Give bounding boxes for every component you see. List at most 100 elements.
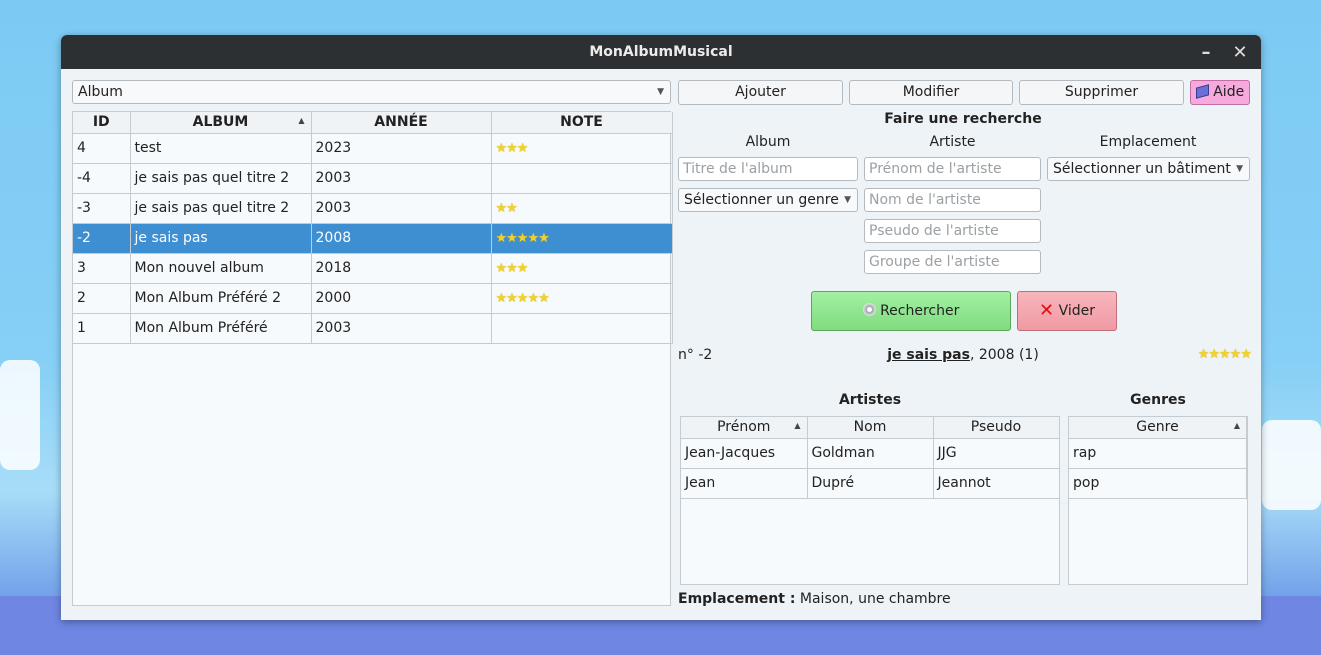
- x-icon: ✕: [1039, 300, 1055, 321]
- disc-icon: [862, 303, 876, 316]
- table-row[interactable]: 3 Mon nouvel album 2018 ★★★: [73, 253, 673, 284]
- album-table[interactable]: ID ALBUM ▲ ANNÉE NOTE 4 test 2023 ★★★ -4 je sa…: [72, 111, 673, 606]
- help-button-label: Aide: [1213, 84, 1245, 100]
- location-label: Emplacement :: [678, 591, 796, 607]
- location-line: Emplacement : Maison, une chambre: [678, 591, 951, 607]
- table-row[interactable]: pop: [1069, 468, 1247, 499]
- album-title-cell: test: [130, 133, 312, 164]
- album-id-cell: -2: [73, 223, 131, 254]
- table-row[interactable]: 1 Mon Album Préféré 2003: [73, 313, 673, 344]
- album-year-cell: 2008: [311, 223, 492, 254]
- artists-table-header: Prénom ▲ Nom Pseudo: [681, 417, 1060, 439]
- table-row[interactable]: 2 Mon Album Préféré 2 2000 ★★★★★: [73, 283, 673, 314]
- column-header-album[interactable]: ALBUM ▲: [130, 112, 312, 134]
- genre-cell: rap: [1069, 438, 1247, 469]
- album-year-cell: 2003: [311, 193, 492, 224]
- table-row[interactable]: -3 je sais pas quel titre 2 2003 ★★: [73, 193, 673, 224]
- artists-table[interactable]: Prénom ▲ Nom Pseudo Jean-Jacques Goldman JJ…: [680, 416, 1060, 585]
- detail-album-title: je sais pas, 2008 (1): [678, 347, 1248, 363]
- genres-table-header: Genre ▲: [1069, 417, 1247, 439]
- search-button[interactable]: Rechercher: [811, 291, 1011, 331]
- album-title-cell: je sais pas quel titre 2: [130, 193, 312, 224]
- column-header-rating[interactable]: NOTE: [491, 112, 673, 134]
- genre-cell: pop: [1069, 468, 1247, 499]
- edit-button[interactable]: Modifier: [849, 80, 1013, 105]
- album-rating-cell: ★★: [491, 193, 673, 224]
- genres-table[interactable]: Genre ▲ rap pop: [1068, 416, 1248, 585]
- artist-nickname-input[interactable]: [864, 219, 1041, 243]
- table-row[interactable]: Jean Dupré Jeannot: [681, 468, 1060, 499]
- rating-stars-icon: ★★: [495, 201, 518, 216]
- view-selector[interactable]: Album ▼: [72, 80, 671, 104]
- album-rating-cell: [491, 313, 673, 344]
- search-album-heading: Album: [745, 134, 791, 150]
- album-title-cell: je sais pas quel titre 2: [130, 163, 312, 194]
- artist-lastname-cell: Goldman: [807, 438, 934, 469]
- album-year-cell: 2018: [311, 253, 492, 284]
- column-header-id[interactable]: ID: [73, 112, 131, 134]
- album-year-cell: 2003: [311, 313, 492, 344]
- artist-firstname-cell: Jean: [681, 468, 808, 499]
- column-header-year[interactable]: ANNÉE: [311, 112, 492, 134]
- table-row[interactable]: -4 je sais pas quel titre 2 2003: [73, 163, 673, 194]
- chevron-down-icon: ▼: [657, 87, 664, 97]
- help-button[interactable]: Aide: [1190, 80, 1250, 105]
- rating-stars-icon: ★★★: [495, 261, 529, 276]
- album-year-cell: 2023: [311, 133, 492, 164]
- search-location-heading: Emplacement: [1099, 134, 1197, 150]
- column-header-firstname[interactable]: Prénom ▲: [681, 417, 808, 439]
- book-icon: [1195, 84, 1209, 99]
- album-rating-cell: ★★★★★: [491, 283, 673, 314]
- column-header-firstname-label: Prénom: [717, 419, 771, 436]
- album-rating-cell: [491, 163, 673, 194]
- rating-stars-icon: ★★★★★: [495, 291, 550, 306]
- table-row[interactable]: 4 test 2023 ★★★: [73, 133, 673, 164]
- table-row[interactable]: Jean-Jacques Goldman JJG: [681, 438, 1060, 469]
- detail-album-name: je sais pas: [887, 347, 970, 363]
- genre-select[interactable]: Sélectionner un genre ▼: [678, 188, 858, 212]
- album-id-cell: 4: [73, 133, 131, 164]
- album-rating-cell: ★★★★★: [491, 223, 673, 254]
- album-id-cell: -4: [73, 163, 131, 194]
- close-icon[interactable]: ✕: [1225, 35, 1255, 69]
- column-header-album-label: ALBUM: [192, 114, 249, 131]
- album-table-header: ID ALBUM ▲ ANNÉE NOTE: [73, 112, 673, 134]
- table-row[interactable]: rap: [1069, 438, 1247, 469]
- search-artist-heading: Artiste: [929, 134, 976, 150]
- column-header-lastname[interactable]: Nom: [807, 417, 934, 439]
- album-year-cell: 2000: [311, 283, 492, 314]
- artist-firstname-cell: Jean-Jacques: [681, 438, 808, 469]
- sort-ascending-icon: ▲: [298, 116, 305, 125]
- window-title: MonAlbumMusical: [589, 44, 733, 60]
- artist-lastname-cell: Dupré: [807, 468, 934, 499]
- album-title-cell: Mon Album Préféré: [130, 313, 312, 344]
- add-button[interactable]: Ajouter: [678, 80, 843, 105]
- chevron-down-icon: ▼: [844, 195, 851, 205]
- album-title-input[interactable]: [678, 157, 858, 181]
- detail-album-meta: , 2008 (1): [969, 347, 1039, 363]
- title-bar: MonAlbumMusical – ✕: [61, 35, 1261, 69]
- building-select[interactable]: Sélectionner un bâtiment ▼: [1047, 157, 1250, 181]
- artist-group-input[interactable]: [864, 250, 1041, 274]
- delete-button[interactable]: Supprimer: [1019, 80, 1184, 105]
- detail-rating-stars: ★★★★★: [1197, 347, 1252, 362]
- clear-button-label: Vider: [1058, 303, 1095, 319]
- album-id-cell: 3: [73, 253, 131, 284]
- minimize-icon[interactable]: –: [1191, 35, 1221, 69]
- genre-select-value: Sélectionner un genre: [684, 192, 839, 208]
- search-title: Faire une recherche: [884, 111, 1042, 127]
- view-selector-value: Album: [78, 84, 123, 100]
- column-header-nickname[interactable]: Pseudo: [933, 417, 1060, 439]
- artists-heading: Artistes: [838, 392, 902, 408]
- column-header-genre[interactable]: Genre ▲: [1069, 417, 1247, 439]
- artist-nickname-cell: JJG: [933, 438, 1060, 469]
- artist-lastname-input[interactable]: [864, 188, 1041, 212]
- table-row[interactable]: -2 je sais pas 2008 ★★★★★: [73, 223, 673, 254]
- column-header-genre-label: Genre: [1136, 419, 1179, 436]
- clear-button[interactable]: ✕ Vider: [1017, 291, 1117, 331]
- rating-stars-icon: ★★★★★: [495, 231, 550, 246]
- album-id-cell: -3: [73, 193, 131, 224]
- rating-stars-icon: ★★★: [495, 141, 529, 156]
- artist-firstname-input[interactable]: [864, 157, 1041, 181]
- search-button-label: Rechercher: [880, 303, 960, 319]
